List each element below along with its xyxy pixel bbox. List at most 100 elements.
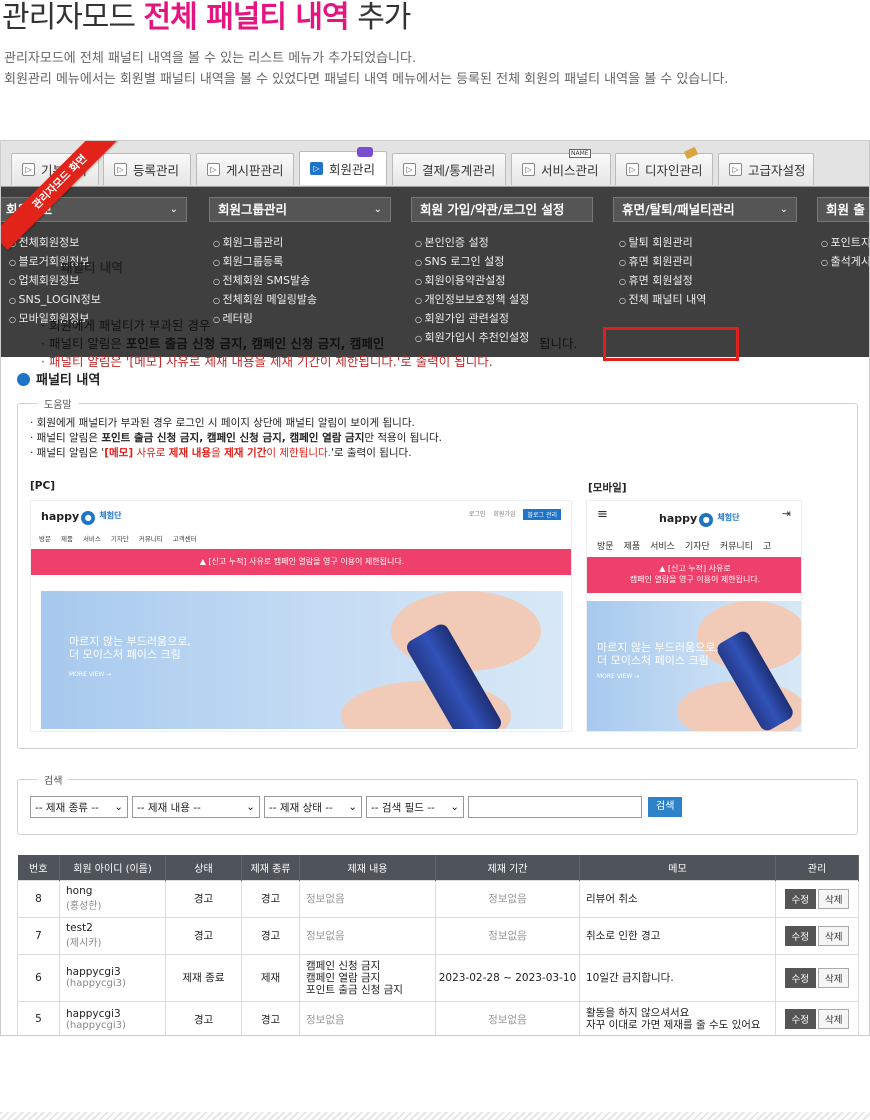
menu-item[interactable]: 출석게시 — [821, 252, 869, 271]
menu-item-penalty-history[interactable]: 전체 패널티 내역 — [619, 290, 707, 309]
menu-item[interactable]: 레터링 — [213, 309, 317, 328]
tab-register[interactable]: ▷ 등록관리 — [103, 153, 191, 185]
menu-item[interactable]: 회원그룹관리 — [213, 233, 317, 252]
bottom-divider — [0, 1112, 870, 1120]
chevron-down-icon: ⌄ — [779, 204, 788, 215]
category-attendance[interactable]: 회원 출 — [817, 197, 869, 222]
table-row: 6 happycgi3 (happycgi3) 제재 종료 제재 캠페인 신청 금… — [17, 953, 859, 1002]
menu-item[interactable]: 개인정보보호정책 설정 — [415, 290, 530, 309]
ghost-text: · 패널티 알림은 '[메모] 사유로 제재 내용을 제재 기간이 제한됩니다.… — [41, 354, 493, 369]
chevron-down-icon: ⌄ — [169, 204, 178, 215]
menu-item[interactable]: 회원그룹등록 — [213, 252, 317, 271]
edit-button[interactable]: 수정 — [784, 967, 816, 988]
penalty-status-select[interactable]: -- 제재 상태 -- ⌄ — [264, 796, 362, 818]
penalty-type-select[interactable]: -- 제재 종류 -- ⌄ — [30, 796, 128, 818]
mobile-more-view: MORE VIEW → — [597, 673, 640, 680]
col-header: 메모 — [579, 855, 776, 880]
menu-column-5: 포인트지 출석게시 — [821, 233, 869, 271]
pc-logo: happy ● 체험단 — [41, 510, 122, 525]
page-header: 관리자모드 전체 패널티 내역 추가 관리자모드에 전체 패널티 내역을 볼 수… — [0, 0, 870, 90]
menu-item[interactable]: 회원이용약관설정 — [415, 271, 529, 290]
table-row: 8 hong (홍성한) 경고 경고 정보없음 정보없음 리뷰어 취소 수정 삭제 — [17, 879, 859, 918]
tab-service[interactable]: ▷ 서비스관리 — [511, 153, 611, 185]
edit-button[interactable]: 수정 — [784, 888, 816, 909]
menu-column-3: 본인인증 설정 SNS 로그인 설정 회원이용약관설정 개인정보보호정책 설정 … — [415, 233, 530, 347]
search-field-select[interactable]: -- 검색 필드 -- ⌄ — [366, 796, 464, 818]
tab-board[interactable]: ▷ 게시판관리 — [196, 153, 294, 185]
description-line-2: 회원관리 메뉴에서는 회원별 패널티 내역을 볼 수 있었다면 패널티 내역 메… — [4, 72, 729, 87]
delete-button[interactable]: 삭제 — [818, 967, 850, 988]
menu-item[interactable]: SNS 로그인 설정 — [415, 252, 529, 271]
col-header: 제재 종류 — [241, 855, 300, 880]
tab-icon: ▷ — [729, 163, 742, 176]
menu-column-2: 회원그룹관리 회원그룹등록 전체회원 SMS발송 전체회원 메일링발송 레터링 — [213, 233, 318, 328]
tab-payment[interactable]: ▷ 결제/통계관리 — [392, 153, 506, 185]
menu-item[interactable]: 전체회원정보 — [9, 233, 101, 252]
menu-item[interactable]: 전체회원 메일링발송 — [213, 290, 318, 309]
menu-item[interactable]: 휴면 회원관리 — [619, 252, 706, 271]
category-dormant-penalty[interactable]: 휴면/탈퇴/패널티관리 ⌄ — [613, 197, 797, 222]
mobile-nav: 방문 제품 서비스 기자단 커뮤니티 고 — [597, 542, 772, 552]
pc-hero-text: 마르지 않는 부드러움으로, 더 모이스처 페이스 크림 — [69, 635, 191, 661]
category-member-group[interactable]: 회원그룹관리 ⌄ — [209, 197, 391, 222]
menu-item[interactable]: SNS_LOGIN정보 — [9, 290, 101, 309]
col-header: 제재 내용 — [299, 855, 436, 880]
menu-item[interactable]: 휴면 회원설정 — [619, 271, 706, 290]
chevron-down-icon: ⌄ — [450, 801, 459, 813]
tab-icon: ▷ — [22, 163, 35, 176]
menu-item[interactable]: 전체회원 SMS발송 — [213, 271, 317, 290]
delete-button[interactable]: 삭제 — [818, 1009, 850, 1029]
tab-member[interactable]: ▷ 회원관리 — [299, 151, 387, 185]
chevron-down-icon: ⌄ — [373, 204, 382, 215]
tab-icon: ▷ — [522, 163, 535, 176]
pc-hero: 마르지 않는 부드러움으로, 더 모이스처 페이스 크림 MORE VIEW → — [41, 591, 563, 729]
info-circle-icon — [17, 373, 30, 386]
col-header: 번호 — [17, 855, 60, 880]
tab-icon: ▷ — [626, 163, 639, 176]
edit-button[interactable]: 수정 — [784, 1009, 816, 1029]
menu-item[interactable]: 본인인증 설정 — [415, 233, 529, 252]
pc-more-view: MORE VIEW → — [69, 671, 112, 678]
col-header: 회원 아이디 (이름) — [59, 855, 166, 880]
ghost-text: · 패널티 알림은 포인트 출금 신청 금지, 캠페인 신청 금지, 캠페인 — [41, 336, 385, 351]
search-button[interactable]: 검색 — [648, 797, 683, 817]
description-line-1: 관리자모드에 전체 패널티 내역을 볼 수 있는 리스트 메뉴가 추가되었습니다… — [4, 51, 417, 66]
menu-item[interactable]: 탈퇴 회원관리 — [619, 233, 706, 252]
page-title: 관리자모드 전체 패널티 내역 추가 — [2, 0, 411, 35]
table-row: 7 test2 (제시카) 경고 경고 정보없음 정보없음 취소로 인한 경고 수… — [17, 916, 859, 955]
ghost-text: 됩니다. — [539, 336, 578, 351]
mobile-label: [모바일] — [588, 482, 627, 494]
mobile-logo: happy ● 체험단 — [659, 512, 740, 527]
chevron-down-icon: ⌄ — [348, 801, 357, 813]
delete-button[interactable]: 삭제 — [818, 888, 850, 909]
menu-item[interactable]: 회원가입 관련설정 — [415, 309, 529, 328]
ghost-title: 패널티 내역 — [61, 260, 123, 275]
dropdown-menu-panel: 회원정보⌄ 회원그룹관리⌄ 회원 가입/약관/로그인 설정 휴면/탈퇴/패널티관… — [1, 187, 869, 369]
menu-item[interactable]: 포인트지 — [821, 233, 869, 252]
tab-advanced[interactable]: ▷ 고급자설정 — [718, 153, 814, 185]
menu-item[interactable]: 회원가입시 추천인설정 — [415, 328, 530, 347]
ghost-text: · 회원에게 패널티가 부과된 경우 — [41, 318, 211, 333]
mobile-preview: ≡ happy ● 체험단 ⇥ 방문 제품 서비스 기자단 커뮤니티 고 ▲ [신고 누적]… — [586, 500, 802, 732]
logo-icon: ● — [81, 511, 96, 525]
search-legend: 검색 — [38, 772, 69, 787]
tab-design[interactable]: ▷ 디자인관리 — [615, 153, 713, 185]
pc-top-links: 로그인 회원가입 블로그 관리 — [469, 509, 561, 520]
col-header: 제재 기간 — [435, 855, 580, 880]
search-input[interactable] — [468, 796, 642, 818]
edit-button[interactable]: 수정 — [784, 925, 816, 946]
tab-icon: ▷ — [403, 163, 416, 176]
logo-icon: ● — [699, 513, 714, 527]
search-box: 검색 -- 제재 종류 -- ⌄ -- 제재 내용 -- ⌄ -- 제재 상태 --… — [17, 772, 858, 835]
section-title: 패널티 내역 — [17, 369, 100, 388]
penalty-content-select[interactable]: -- 제재 내용 -- ⌄ — [132, 796, 260, 818]
tab-icon: ▷ — [310, 162, 323, 175]
col-header: 상태 — [165, 855, 242, 880]
hamburger-icon: ≡ — [597, 507, 608, 522]
pc-penalty-alert: ▲ [신고 누적] 사유로 캠페인 열람을 영구 이용이 제한됩니다. — [31, 549, 571, 575]
category-signup-settings[interactable]: 회원 가입/약관/로그인 설정 — [411, 197, 593, 222]
menu-column-1: 전체회원정보 블로거회원정보 업체회원정보 SNS_LOGIN정보 모바일회원정… — [9, 233, 101, 328]
admin-screenshot: ▷기본관리 ▷등록관리 ▷게시판관리 ▷회원관리 ▷결제/통계관리 ▷서비스관리… — [0, 140, 870, 1036]
delete-button[interactable]: 삭제 — [818, 925, 850, 946]
col-header: 관리 — [775, 855, 859, 880]
